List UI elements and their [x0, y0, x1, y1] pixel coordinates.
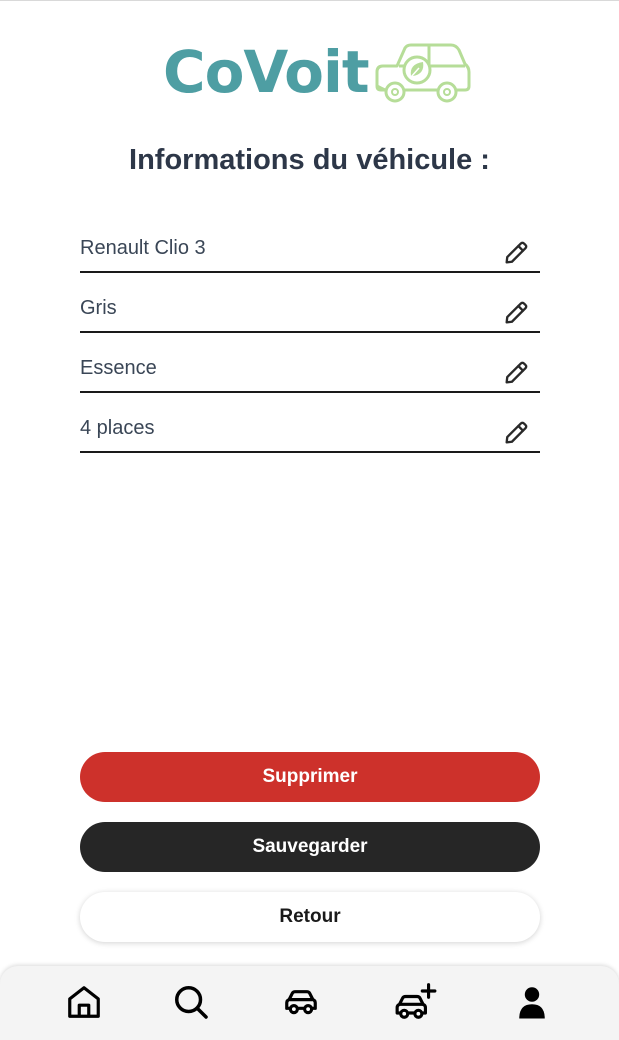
- vehicle-fuel-field[interactable]: Essence: [80, 345, 540, 393]
- bottom-navigation: [0, 966, 619, 1040]
- save-button[interactable]: Sauvegarder: [80, 822, 540, 872]
- vehicle-seats-value: 4 places: [80, 417, 155, 439]
- logo-text: CoVoit: [163, 38, 370, 106]
- pencil-icon[interactable]: [502, 239, 530, 267]
- car-icon[interactable]: [279, 980, 323, 1024]
- home-icon[interactable]: [62, 980, 106, 1024]
- add-car-icon[interactable]: [394, 980, 438, 1024]
- vehicle-fuel-value: Essence: [80, 357, 157, 379]
- vehicle-color-value: Gris: [80, 297, 117, 319]
- eco-car-icon: [375, 43, 471, 103]
- user-icon[interactable]: [510, 980, 554, 1024]
- vehicle-color-field[interactable]: Gris: [80, 285, 540, 333]
- covoit-logo: CoVoit: [163, 39, 471, 105]
- vehicle-model-value: Renault Clio 3: [80, 237, 206, 259]
- search-icon[interactable]: [169, 980, 213, 1024]
- pencil-icon[interactable]: [502, 419, 530, 447]
- delete-button[interactable]: Supprimer: [80, 752, 540, 802]
- page-title: Informations du véhicule :: [129, 144, 490, 176]
- vehicle-info-screen: CoVoit Informations du véhicule : Renaul…: [0, 0, 619, 1040]
- pencil-icon[interactable]: [502, 359, 530, 387]
- vehicle-seats-field[interactable]: 4 places: [80, 405, 540, 453]
- pencil-icon[interactable]: [502, 299, 530, 327]
- vehicle-model-field[interactable]: Renault Clio 3: [80, 225, 540, 273]
- vehicle-fields-list: Renault Clio 3 Gris Essence 4 places: [80, 225, 540, 465]
- back-button[interactable]: Retour: [80, 892, 540, 942]
